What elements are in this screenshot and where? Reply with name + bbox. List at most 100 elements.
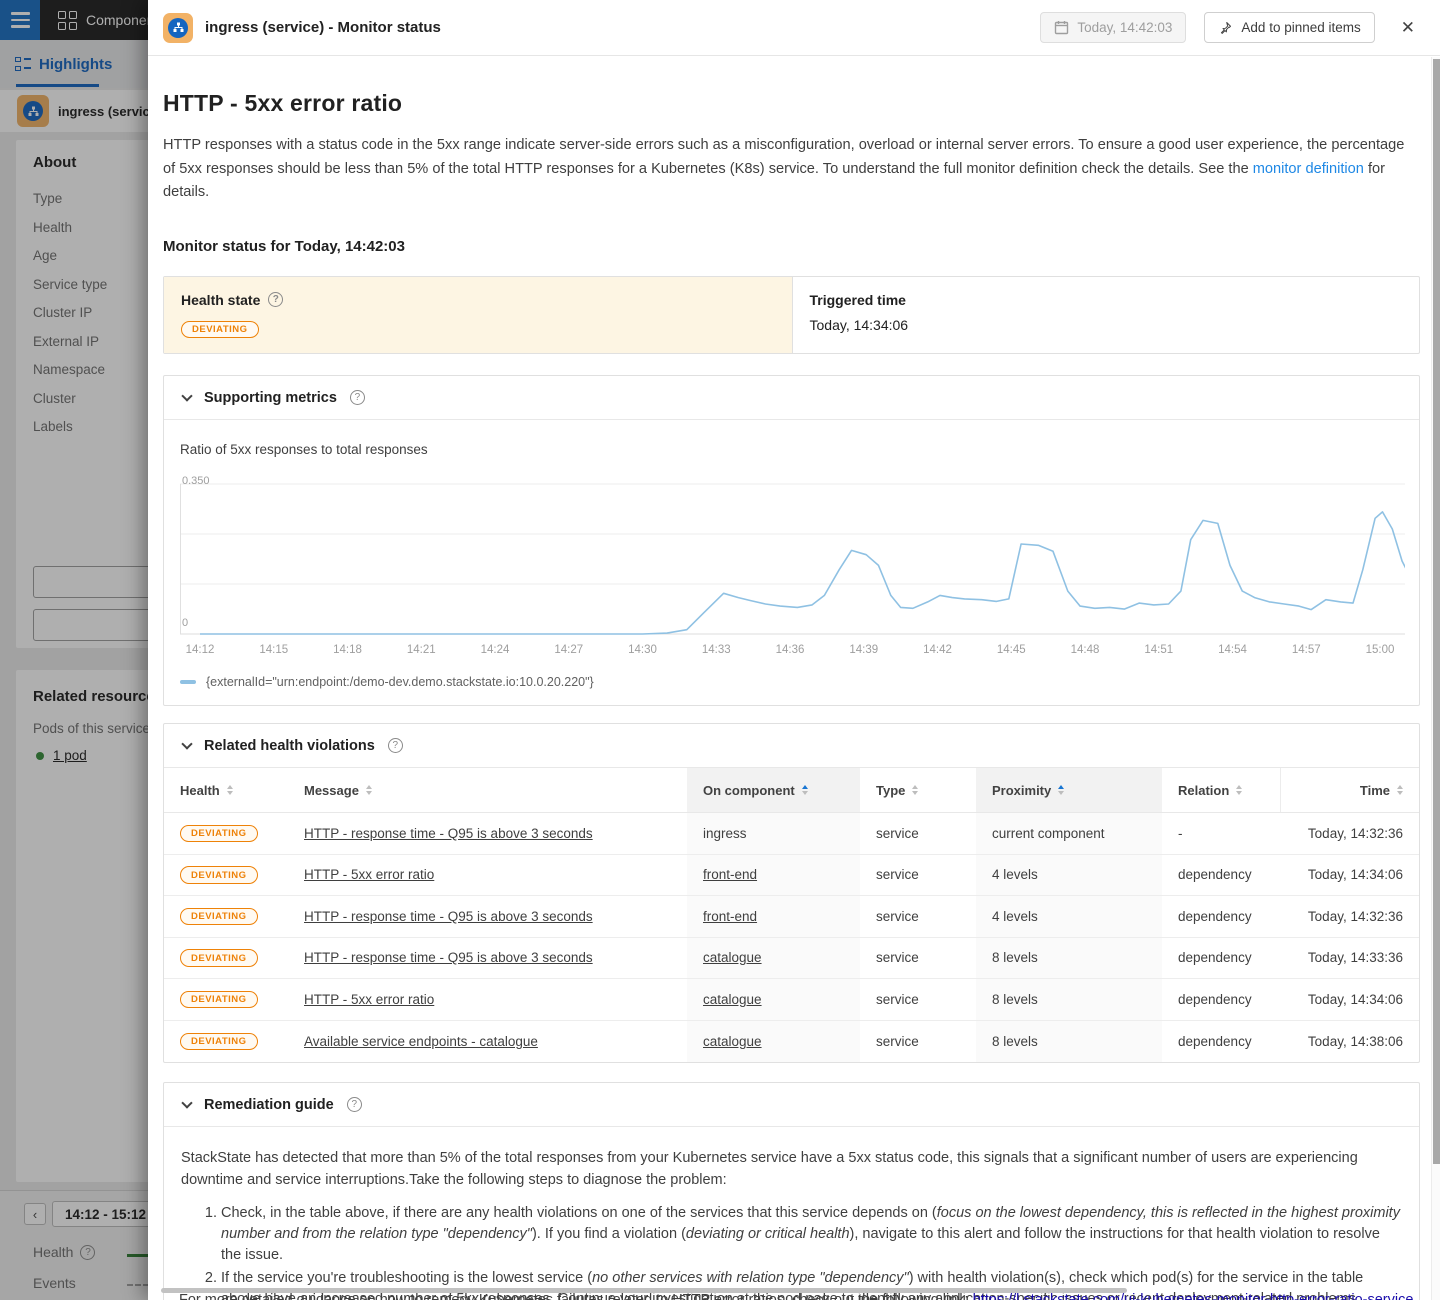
health-state-card: Health state DEVIATING Triggered time To… xyxy=(163,276,1420,355)
help-icon[interactable] xyxy=(347,1097,362,1112)
help-icon[interactable] xyxy=(388,738,403,753)
supporting-metrics-header[interactable]: Supporting metrics xyxy=(164,376,1419,420)
y-axis-label-max: 0.350 xyxy=(182,475,210,487)
supporting-metrics-title: Supporting metrics xyxy=(204,390,337,406)
remediation-doc-link[interactable]: https://l.stackstate.com/ui-kubernetes-m… xyxy=(973,1292,1414,1300)
sort-icon xyxy=(1236,785,1242,795)
help-icon[interactable] xyxy=(268,292,283,307)
monitor-description: HTTP responses with a status code in the… xyxy=(163,134,1415,205)
proximity-cell: current component xyxy=(992,826,1105,841)
sort-icon xyxy=(802,785,808,795)
remediation-guide-header[interactable]: Remediation guide xyxy=(164,1083,1419,1127)
remediation-step: Check, in the table above, if there are … xyxy=(221,1203,1401,1265)
x-axis-tick-label: 14:15 xyxy=(259,644,288,656)
triggered-time-value: Today, 14:34:06 xyxy=(810,317,1403,333)
column-header-label: Health xyxy=(180,783,220,798)
component-link[interactable]: catalogue xyxy=(703,992,762,1007)
type-cell: service xyxy=(860,1034,976,1049)
related-health-violations-section: Related health violations Health Message O… xyxy=(163,723,1420,1063)
monitor-definition-link[interactable]: monitor definition xyxy=(1253,161,1364,177)
violation-message-link[interactable]: HTTP - 5xx error ratio xyxy=(304,867,434,882)
type-cell: service xyxy=(860,950,976,965)
type-cell: service xyxy=(860,826,976,841)
component-link[interactable]: front-end xyxy=(703,909,757,924)
monitor-status-heading: Monitor status for Today, 14:42:03 xyxy=(163,238,1420,255)
modal-header: ingress (service) - Monitor status Today… xyxy=(148,0,1440,56)
time-cell: Today, 14:32:36 xyxy=(1280,826,1419,841)
column-header-label: Time xyxy=(1360,783,1390,798)
column-header-label: On component xyxy=(703,783,795,798)
remediation-guide-title: Remediation guide xyxy=(204,1097,334,1113)
x-axis-tick-label: 14:18 xyxy=(333,644,362,656)
vertical-scrollbar-thumb[interactable] xyxy=(1433,59,1440,1164)
type-cell: service xyxy=(860,867,976,882)
column-header-type[interactable]: Type xyxy=(860,768,976,812)
component-link[interactable]: front-end xyxy=(703,867,757,882)
violation-message-link[interactable]: HTTP - response time - Q95 is above 3 se… xyxy=(304,950,593,965)
column-header-label: Proximity xyxy=(992,783,1051,798)
violation-message-link[interactable]: HTTP - response time - Q95 is above 3 se… xyxy=(304,909,593,924)
violations-header-row: Health Message On component Type Proximity Re… xyxy=(164,768,1419,813)
violation-message-link[interactable]: HTTP - response time - Q95 is above 3 se… xyxy=(304,826,593,841)
relation-cell: dependency xyxy=(1162,1034,1280,1049)
close-icon[interactable]: ✕ xyxy=(1399,17,1417,38)
x-axis-tick-label: 14:24 xyxy=(481,644,510,656)
violation-row: DEVIATING HTTP - 5xx error ratio front-end… xyxy=(164,855,1419,897)
x-axis-tick-label: 14:36 xyxy=(776,644,805,656)
column-header-relation[interactable]: Relation xyxy=(1162,768,1280,812)
health-state-badge: DEVIATING xyxy=(180,866,258,884)
x-axis-tick-label: 14:27 xyxy=(554,644,583,656)
time-cell: Today, 14:34:06 xyxy=(1280,867,1419,882)
screen: Component Highlights ingress (service) A… xyxy=(0,0,1440,1300)
x-axis-tick-label: 14:54 xyxy=(1218,644,1247,656)
relation-cell: dependency xyxy=(1162,909,1280,924)
x-axis-tick-label: 14:42 xyxy=(923,644,952,656)
health-state-label: Health state xyxy=(181,292,260,308)
time-picker-label: Today, 14:42:03 xyxy=(1077,20,1172,35)
violation-row: DEVIATING HTTP - response time - Q95 is a… xyxy=(164,896,1419,938)
remediation-steps: Check, in the table above, if there are … xyxy=(181,1203,1402,1300)
chevron-down-icon xyxy=(181,738,192,749)
chevron-down-icon xyxy=(181,1097,192,1108)
violations-table: Health Message On component Type Proximity Re… xyxy=(164,768,1419,1062)
add-to-pinned-button[interactable]: Add to pinned items xyxy=(1204,12,1374,43)
vertical-scrollbar[interactable] xyxy=(1431,57,1440,1300)
type-cell: service xyxy=(860,909,976,924)
column-header-on-component[interactable]: On component xyxy=(687,768,860,812)
type-cell: service xyxy=(860,992,976,1007)
pin-icon xyxy=(1218,20,1233,35)
remediation-footer: For more detailed guidance on how to rem… xyxy=(179,1292,1409,1300)
x-axis-tick-label: 14:33 xyxy=(702,644,731,656)
health-state-badge: DEVIATING xyxy=(180,1033,258,1051)
sort-icon xyxy=(227,785,233,795)
remediation-guide-section: Remediation guide StackState has detecte… xyxy=(163,1082,1420,1300)
column-header-message[interactable]: Message xyxy=(288,768,687,812)
component-link[interactable]: catalogue xyxy=(703,950,762,965)
column-header-health[interactable]: Health xyxy=(164,768,288,812)
related-health-violations-header[interactable]: Related health violations xyxy=(164,724,1419,768)
remediation-intro: StackState has detected that more than 5… xyxy=(181,1147,1401,1191)
x-axis-tick-label: 14:51 xyxy=(1144,644,1173,656)
column-header-label: Message xyxy=(304,783,359,798)
health-state-badge: DEVIATING xyxy=(180,991,258,1009)
column-header-time[interactable]: Time xyxy=(1280,768,1419,812)
x-axis-tick-label: 14:30 xyxy=(628,644,657,656)
violation-message-link[interactable]: HTTP - 5xx error ratio xyxy=(304,992,434,1007)
proximity-cell: 4 levels xyxy=(992,909,1038,924)
x-axis-tick-label: 14:45 xyxy=(997,644,1026,656)
column-header-proximity[interactable]: Proximity xyxy=(976,768,1162,812)
component-link[interactable]: catalogue xyxy=(703,1034,762,1049)
metric-chart[interactable]: 0.350 0 14:1214:1514:1814:2114:2414:2714… xyxy=(180,479,1405,661)
time-picker-button[interactable]: Today, 14:42:03 xyxy=(1040,12,1186,43)
legend-line-swatch xyxy=(180,680,196,684)
calendar-icon xyxy=(1054,20,1069,35)
sort-icon xyxy=(912,785,918,795)
x-axis-tick-label: 15:00 xyxy=(1366,644,1395,656)
modal-body: HTTP - 5xx error ratio HTTP responses wi… xyxy=(148,56,1440,1300)
time-cell: Today, 14:38:06 xyxy=(1280,1034,1419,1049)
component-text: ingress xyxy=(703,826,747,841)
health-state-badge: DEVIATING xyxy=(180,908,258,926)
help-icon[interactable] xyxy=(350,390,365,405)
violation-message-link[interactable]: Available service endpoints - catalogue xyxy=(304,1034,538,1049)
relation-cell: dependency xyxy=(1162,867,1280,882)
